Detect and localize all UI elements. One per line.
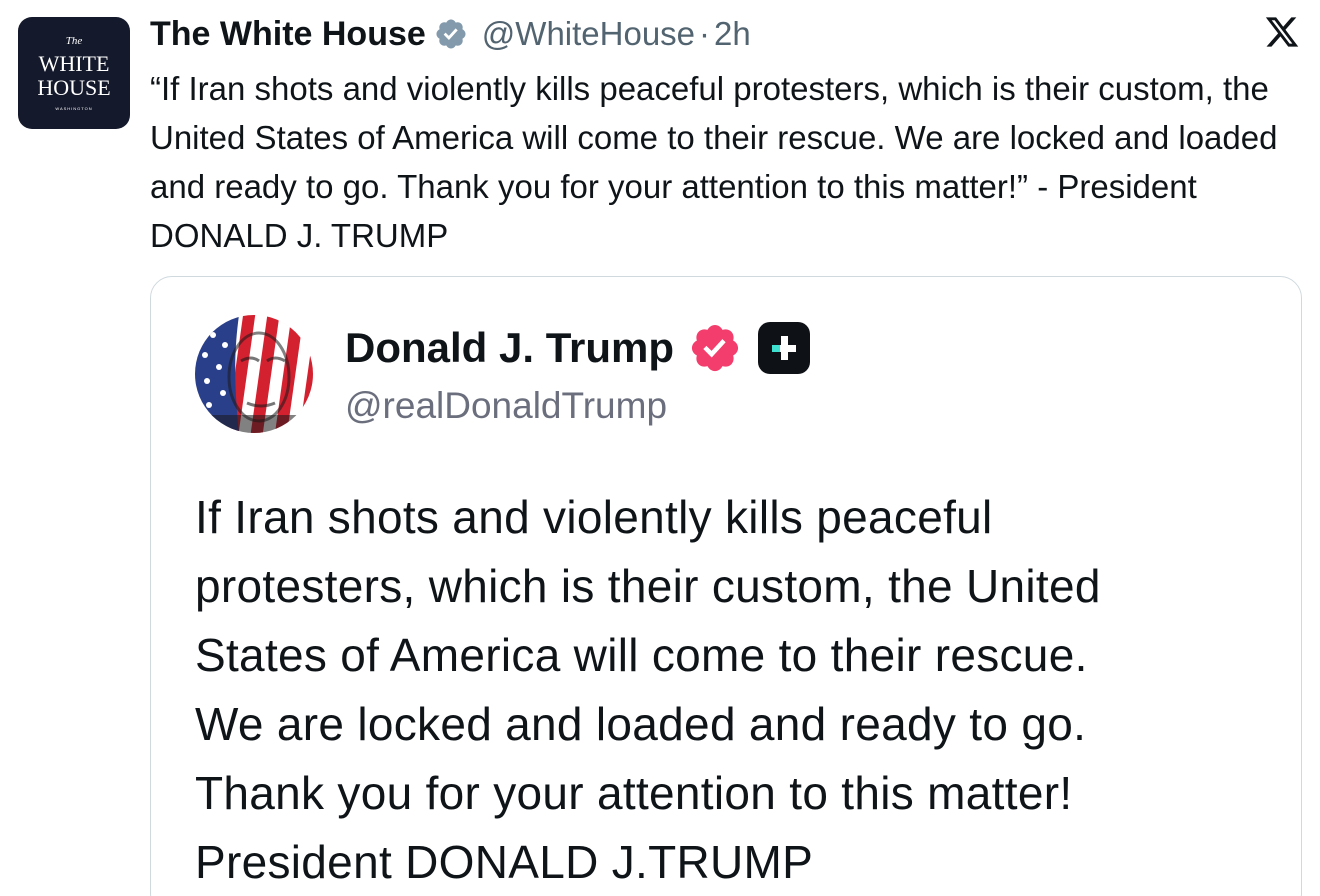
avatar-text-washington: WASHINGTON [55, 105, 93, 111]
quoted-line: Thank you for your attention to this mat… [195, 767, 1073, 819]
verified-badge-icon [436, 19, 466, 49]
trump-avatar[interactable] [195, 315, 313, 433]
quoted-author-handle[interactable]: @realDonaldTrump [345, 385, 667, 427]
white-house-avatar[interactable]: The WHITE HOUSE WASHINGTON [18, 17, 130, 129]
separator-dot: · [699, 15, 711, 52]
flag-portrait-image [195, 315, 313, 433]
pink-verified-badge-icon [691, 324, 739, 372]
quoted-line: protesters, which is their custom, the U… [195, 560, 1101, 612]
post-text: “If Iran shots and violently kills peace… [150, 70, 1278, 254]
quoted-author-name[interactable]: Donald J. Trump [345, 324, 674, 372]
avatar-text-the: The [65, 34, 83, 47]
truth-plus-icon [758, 322, 811, 374]
avatar-text-white: WHITE [38, 50, 110, 76]
post-timestamp[interactable]: 2h [714, 15, 751, 53]
quoted-post-card[interactable]: Donald J. Trump @realDonaldTrump If Iran… [150, 276, 1302, 896]
quoted-post-body: If Iran shots and violently kills peacef… [195, 483, 1275, 896]
post-header: The White House @WhiteHouse · 2h [150, 12, 751, 56]
quoted-line: President DONALD J.TRUMP [195, 836, 814, 888]
author-name[interactable]: The White House [150, 15, 426, 54]
avatar-text-house: HOUSE [37, 74, 111, 100]
quoted-author-row: Donald J. Trump [345, 321, 811, 375]
quoted-line: We are locked and loaded and ready to go… [195, 698, 1087, 750]
quoted-line: If Iran shots and violently kills peacef… [195, 491, 993, 543]
x-logo-icon[interactable] [1264, 14, 1300, 50]
author-handle[interactable]: @WhiteHouse [482, 15, 695, 53]
quoted-line: States of America will come to their res… [195, 629, 1088, 681]
